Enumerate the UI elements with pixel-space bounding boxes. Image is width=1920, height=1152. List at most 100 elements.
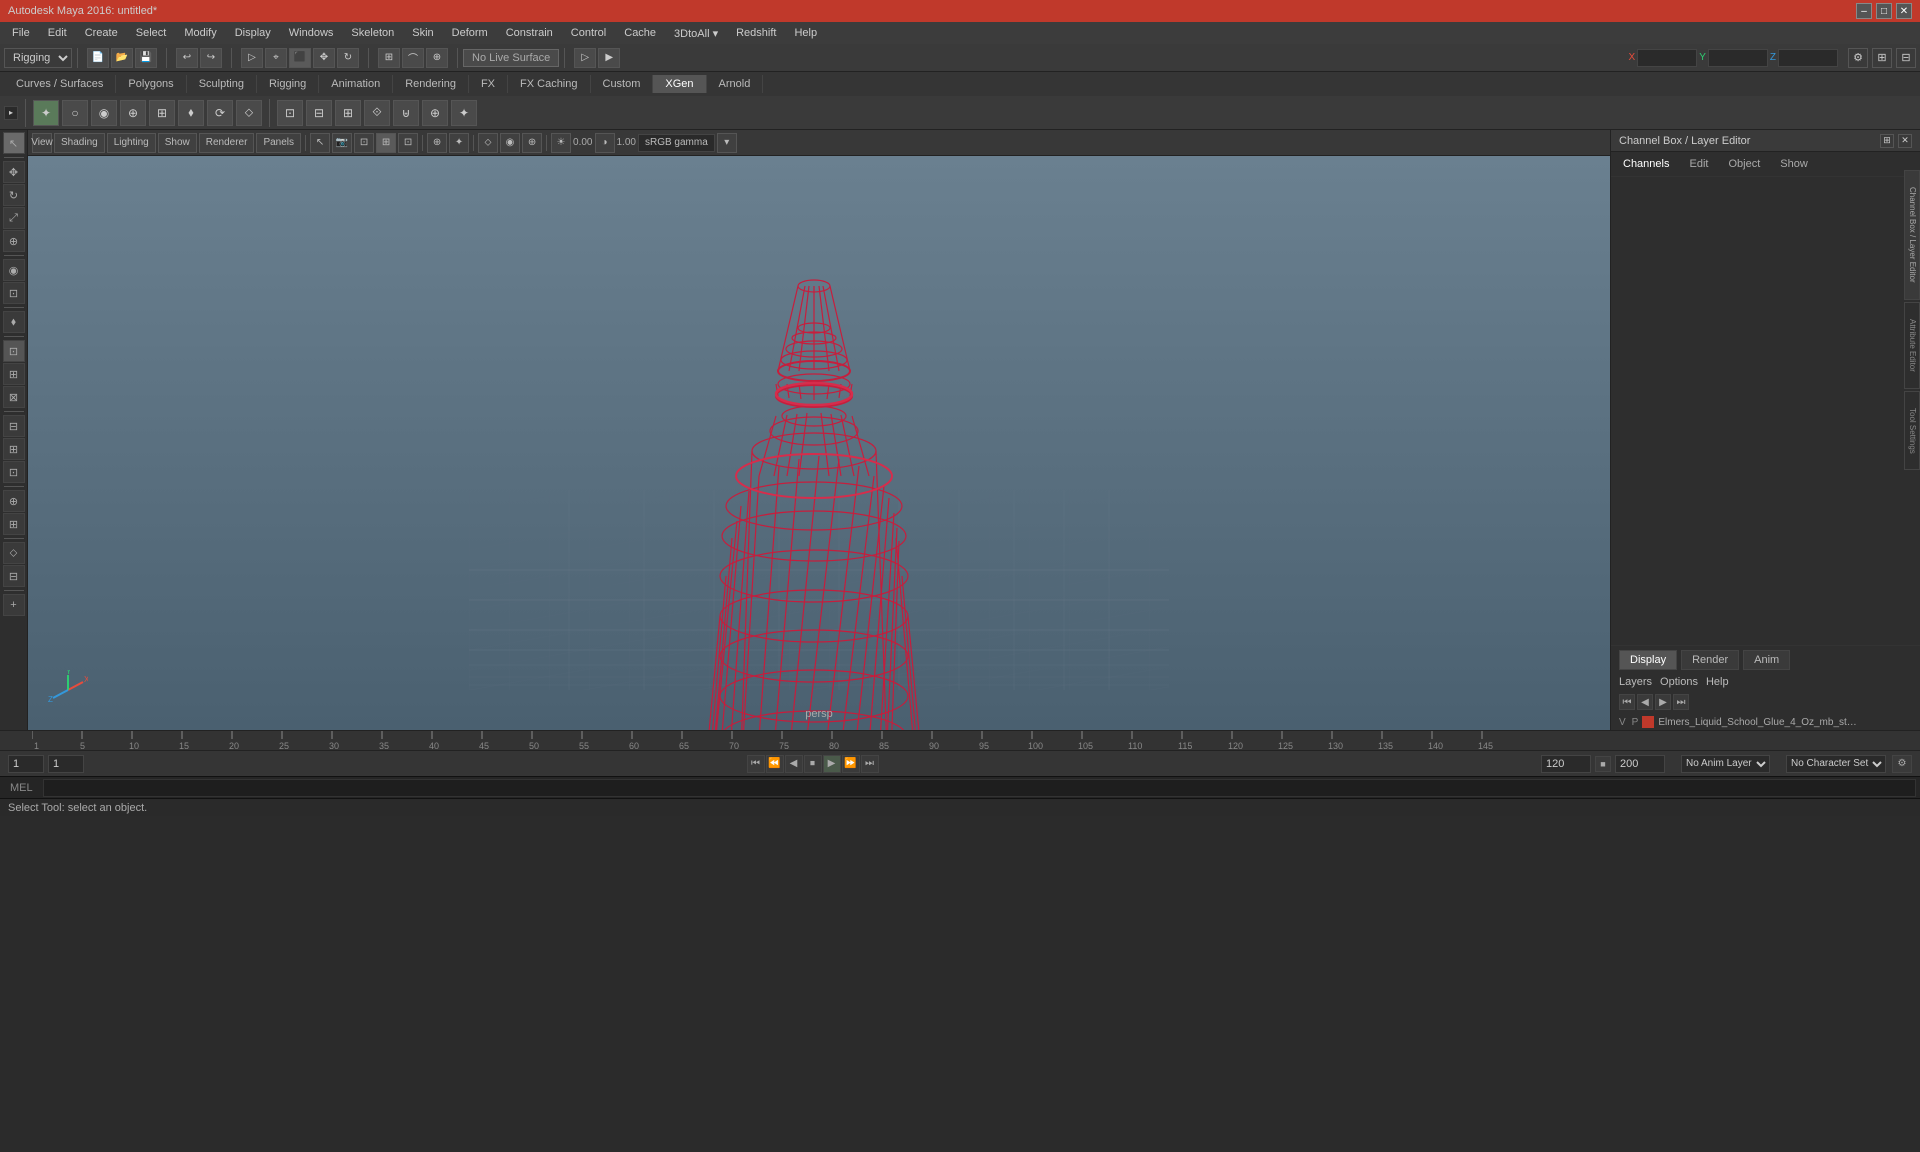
vp-renderer-btn[interactable]: Renderer — [199, 133, 255, 153]
vp-smooth-btn[interactable]: ⊡ — [398, 133, 418, 153]
drt-render-tab[interactable]: Render — [1681, 650, 1739, 670]
snap-point-btn[interactable]: ⊕ — [426, 48, 448, 68]
menu-skin[interactable]: Skin — [404, 25, 441, 41]
channel-box-float-btn[interactable]: ⊞ — [1880, 134, 1894, 148]
soft-select-btn[interactable]: ◉ — [3, 259, 25, 281]
tab-custom[interactable]: Custom — [591, 75, 654, 93]
menu-edit[interactable]: Edit — [40, 25, 75, 41]
y-field[interactable] — [1708, 49, 1768, 67]
cmd-input[interactable] — [43, 779, 1916, 797]
play-forward-btn[interactable]: ▶ — [823, 755, 841, 773]
select-tool-btn[interactable]: ↖ — [3, 132, 25, 154]
shelf-icon-2[interactable]: ○ — [62, 100, 88, 126]
misc-btn-2[interactable]: ⊟ — [3, 565, 25, 587]
vtab-channel-box[interactable]: Channel Box / Layer Editor — [1904, 170, 1920, 300]
shelf-icon-13[interactable]: ⊎ — [393, 100, 419, 126]
panel-layout-3-btn[interactable]: ⊡ — [3, 461, 25, 483]
new-scene-btn[interactable]: 📄 — [87, 48, 109, 68]
z-field[interactable] — [1778, 49, 1838, 67]
drt-help-tab[interactable]: Help — [1706, 676, 1729, 688]
layer-nav-first[interactable]: ⏮ — [1619, 694, 1635, 710]
gamma-selector[interactable]: sRGB gamma — [638, 134, 715, 152]
tab-polygons[interactable]: Polygons — [116, 75, 186, 93]
maximize-button[interactable]: □ — [1876, 3, 1892, 19]
vtab-tool-settings[interactable]: Tool Settings — [1904, 391, 1920, 471]
mode-dropdown[interactable]: Rigging — [4, 48, 72, 68]
menu-redshift[interactable]: Redshift — [728, 25, 784, 41]
layer-playback[interactable]: P — [1632, 717, 1639, 728]
step-back-btn[interactable]: ⏪ — [766, 755, 784, 773]
drt-options-tab[interactable]: Options — [1660, 676, 1698, 688]
tab-channels[interactable]: Channels — [1619, 156, 1673, 172]
layout-btn[interactable]: ⊟ — [1896, 48, 1916, 68]
shelf-icon-1[interactable]: ✦ — [33, 100, 59, 126]
select-mode-btn[interactable]: ▷ — [241, 48, 263, 68]
drt-anim-tab[interactable]: Anim — [1743, 650, 1790, 670]
anim-end-field[interactable] — [1615, 755, 1665, 773]
move-btn[interactable]: ✥ — [313, 48, 335, 68]
translate-tool-btn[interactable]: ✥ — [3, 161, 25, 183]
vp-render-3-btn[interactable]: ⊕ — [522, 133, 542, 153]
vp-render-2-btn[interactable]: ◉ — [500, 133, 520, 153]
vtab-attr-editor[interactable]: Attribute Editor — [1904, 302, 1920, 389]
tab-object[interactable]: Object — [1724, 156, 1764, 172]
menu-control[interactable]: Control — [563, 25, 614, 41]
camera-btn[interactable]: ⊠ — [3, 386, 25, 408]
drt-display-tab[interactable]: Display — [1619, 650, 1677, 670]
open-scene-btn[interactable]: 📂 — [111, 48, 133, 68]
render-btn[interactable]: ▷ — [574, 48, 596, 68]
vp-menu-btn[interactable]: View — [32, 133, 52, 153]
vp-snap-btn[interactable]: ⊕ — [427, 133, 447, 153]
vp-wire-btn[interactable]: ⊞ — [376, 133, 396, 153]
menu-deform[interactable]: Deform — [444, 25, 496, 41]
attr-editor-btn[interactable]: ⊞ — [3, 513, 25, 535]
tab-animation[interactable]: Animation — [319, 75, 393, 93]
paint-select-btn[interactable]: ⬛ — [289, 48, 311, 68]
shelf-icon-10[interactable]: ⊟ — [306, 100, 332, 126]
go-to-end-btn[interactable]: ⏭ — [861, 755, 879, 773]
redo-btn[interactable]: ↪ — [200, 48, 222, 68]
go-to-start-btn[interactable]: ⏮ — [747, 755, 765, 773]
vp-xray-btn[interactable]: ✦ — [449, 133, 469, 153]
shelf-icon-12[interactable]: ⟐ — [364, 100, 390, 126]
vp-camera-btn[interactable]: 📷 — [332, 133, 352, 153]
tab-sculpting[interactable]: Sculpting — [187, 75, 257, 93]
tab-curves-surfaces[interactable]: Curves / Surfaces — [4, 75, 116, 93]
shelf-icon-6[interactable]: ⬧ — [178, 100, 204, 126]
x-field[interactable] — [1637, 49, 1697, 67]
settings-btn[interactable]: ⚙ — [1848, 48, 1868, 68]
anim-layer-dropdown[interactable]: No Anim Layer — [1681, 755, 1770, 773]
frame-start-field[interactable] — [8, 755, 44, 773]
menu-help[interactable]: Help — [786, 25, 825, 41]
tab-fx-caching[interactable]: FX Caching — [508, 75, 590, 93]
expand-btn[interactable]: + — [3, 594, 25, 616]
layer-visibility[interactable]: V — [1619, 717, 1626, 728]
ipr-btn[interactable]: ▶ — [598, 48, 620, 68]
no-live-surface-btn[interactable]: No Live Surface — [463, 49, 559, 67]
layer-nav-prev[interactable]: ◀ — [1637, 694, 1653, 710]
character-set-dropdown[interactable]: No Character Set — [1786, 755, 1886, 773]
universal-manip-btn[interactable]: ⊕ — [3, 230, 25, 252]
sculpt-btn[interactable]: ⊡ — [3, 282, 25, 304]
lasso-btn[interactable]: ⌖ — [265, 48, 287, 68]
undo-btn[interactable]: ↩ — [176, 48, 198, 68]
menu-file[interactable]: File — [4, 25, 38, 41]
tab-fx[interactable]: FX — [469, 75, 508, 93]
stop-btn[interactable]: ⏹ — [804, 755, 822, 773]
save-scene-btn[interactable]: 💾 — [135, 48, 157, 68]
menu-windows[interactable]: Windows — [281, 25, 342, 41]
snap-curve-btn[interactable]: ⌒ — [402, 48, 424, 68]
shelf-icon-3[interactable]: ◉ — [91, 100, 117, 126]
gamma-dropdown[interactable]: ▾ — [717, 133, 737, 153]
shelf-dot[interactable]: ▸ — [4, 106, 18, 120]
minimize-button[interactable]: – — [1856, 3, 1872, 19]
current-frame-field[interactable] — [48, 755, 84, 773]
menu-create[interactable]: Create — [77, 25, 126, 41]
timeline-ruler[interactable]: 1 5 10 15 20 25 30 35 40 45 50 55 60 — [0, 730, 1920, 750]
menu-constrain[interactable]: Constrain — [498, 25, 561, 41]
panel-layout-btn[interactable]: ⊟ — [3, 415, 25, 437]
tab-show[interactable]: Show — [1776, 156, 1812, 172]
show-manip-btn[interactable]: ⬧ — [3, 311, 25, 333]
shelf-icon-11[interactable]: ⊞ — [335, 100, 361, 126]
shelf-icon-5[interactable]: ⊞ — [149, 100, 175, 126]
